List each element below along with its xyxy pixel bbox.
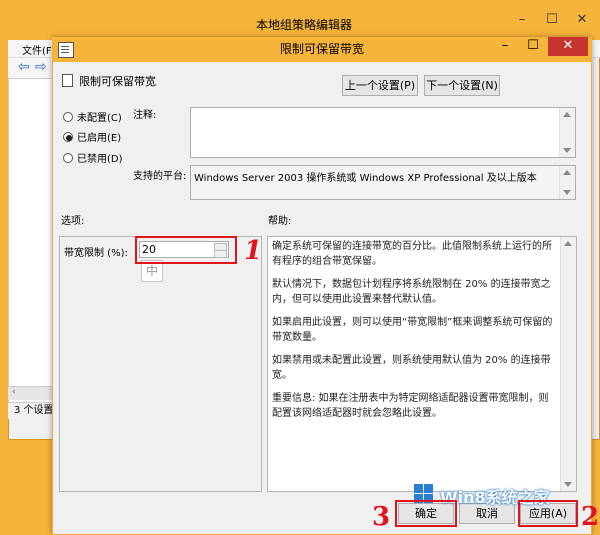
- menu-file[interactable]: 文件(F): [22, 42, 56, 57]
- radio-not-configured-label: 未配置(C): [77, 113, 122, 124]
- main-window-title-bar: 本地组策略编辑器 – ☐ ✕: [8, 10, 600, 40]
- platform-field: Windows Server 2003 操作系统或 Windows XP Pro…: [190, 165, 576, 200]
- annotation-box-bandwidth: [135, 236, 237, 264]
- annotation-step-3: 3: [372, 502, 391, 532]
- annotation-step-1: 1: [244, 236, 263, 266]
- next-setting-button[interactable]: 下一个设置(N): [424, 75, 500, 96]
- close-icon[interactable]: ✕: [568, 10, 596, 32]
- radio-not-configured[interactable]: [63, 112, 73, 122]
- options-label: 选项:: [61, 216, 85, 227]
- tree-hscrollbar[interactable]: ‹: [8, 386, 53, 400]
- platform-label: 支持的平台:: [133, 171, 187, 182]
- main-window-title: 本地组策略编辑器: [255, 18, 352, 32]
- help-label: 帮助:: [268, 216, 292, 227]
- policy-settings-icon: [58, 42, 74, 58]
- back-icon[interactable]: ⇦: [18, 59, 30, 75]
- maximize-icon[interactable]: ☐: [520, 37, 546, 56]
- maximize-icon[interactable]: ☐: [538, 10, 566, 32]
- annotation-step-2: 2: [581, 502, 600, 532]
- comment-field[interactable]: [190, 107, 576, 158]
- previous-setting-button[interactable]: 上一个设置(P): [342, 75, 418, 96]
- comment-scrollbar[interactable]: [559, 108, 575, 157]
- minimize-icon[interactable]: –: [492, 37, 518, 56]
- help-paragraph: 重要信息: 如果在注册表中为特定网络适配器设置带宽限制，则配置该网络适配器时就会…: [272, 393, 549, 419]
- annotation-box-apply: [518, 500, 578, 527]
- policy-name: 限制可保留带宽: [79, 75, 156, 88]
- help-scrollbar[interactable]: [560, 237, 576, 491]
- radio-enabled-label: 已启用(E): [77, 133, 122, 144]
- close-icon[interactable]: ✕: [548, 37, 588, 56]
- comment-label: 注释:: [133, 110, 157, 121]
- radio-disabled-label: 已禁用(D): [77, 154, 123, 165]
- bandwidth-limit-label: 带宽限制 (%):: [64, 248, 128, 259]
- dialog-title: 限制可保留带宽: [279, 42, 364, 56]
- platform-scrollbar[interactable]: [559, 166, 575, 199]
- minimize-icon[interactable]: –: [508, 10, 536, 32]
- status-bar: 3 个设置: [8, 403, 53, 419]
- tree-pane[interactable]: [8, 78, 53, 403]
- help-paragraph: 如果启用此设置，则可以使用“带宽限制”框来调整系统可保留的带宽数量。: [272, 317, 553, 343]
- help-paragraph: 确定系统可保留的连接带宽的百分比。此值限制系统上运行的所有程序的组合带宽保留。: [272, 241, 552, 267]
- radio-enabled[interactable]: [63, 132, 73, 142]
- help-paragraph: 默认情况下，数据包计划程序将系统限制在 20% 的连接带宽之内，但可以使用此设置…: [272, 279, 551, 305]
- forward-icon[interactable]: ⇨: [35, 59, 47, 75]
- policy-setting-icon: [62, 74, 73, 87]
- toolbar: ⇦ ⇨: [8, 58, 53, 78]
- radio-disabled[interactable]: [63, 153, 73, 163]
- help-text: 确定系统可保留的连接带宽的百分比。此值限制系统上运行的所有程序的组合带宽保留。 …: [268, 237, 576, 431]
- platform-value: Windows Server 2003 操作系统或 Windows XP Pro…: [194, 173, 537, 184]
- dialog-title-bar: 限制可保留带宽 – ☐ ✕: [52, 37, 592, 62]
- annotation-box-ok: [395, 500, 457, 527]
- scroll-left-icon[interactable]: ‹: [12, 387, 16, 397]
- help-panel: 确定系统可保留的连接带宽的百分比。此值限制系统上运行的所有程序的组合带宽保留。 …: [267, 236, 577, 492]
- help-paragraph: 如果禁用或未配置此设置，则系统使用默认值为 20% 的连接带宽。: [272, 355, 551, 381]
